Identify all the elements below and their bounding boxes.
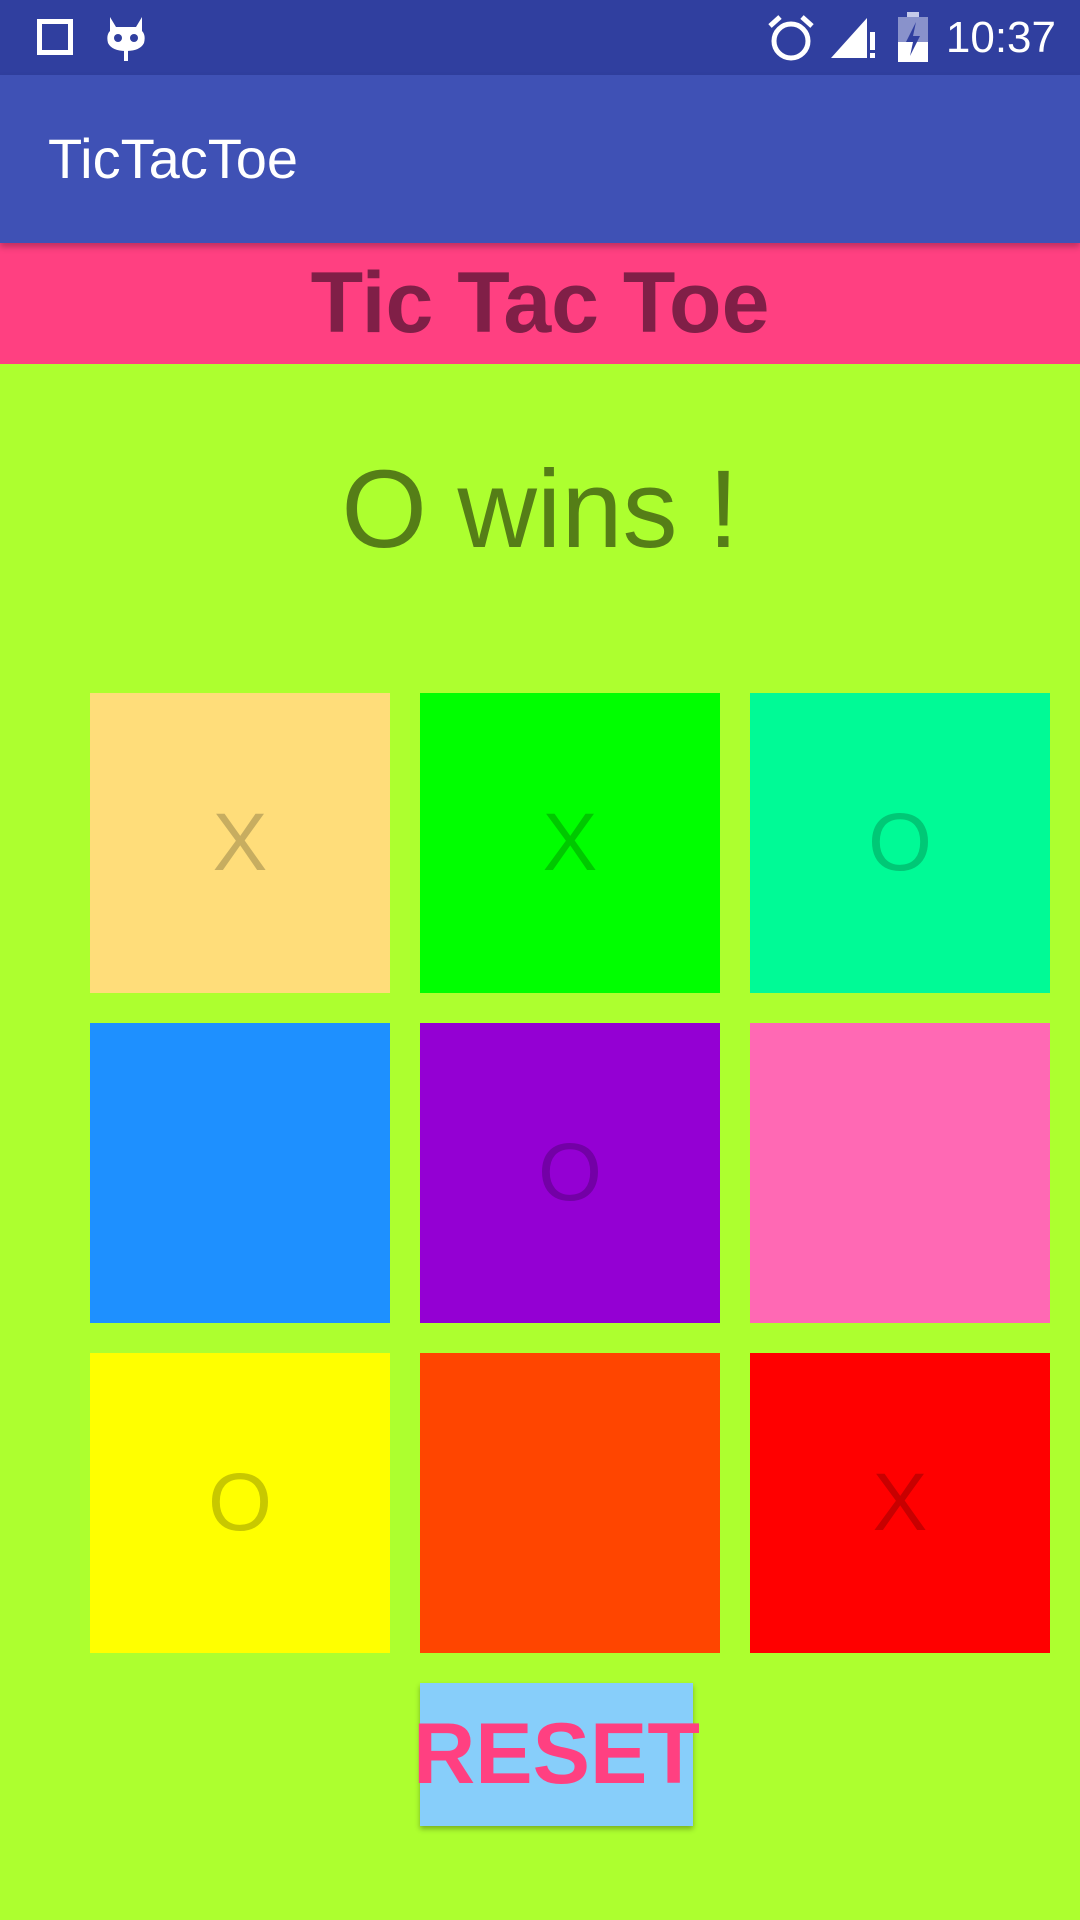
signal-icon [831,18,875,58]
board-cell-4[interactable] [90,1023,390,1323]
status-bar: 10:37 [0,0,1080,75]
board-cell-1[interactable]: X [90,693,390,993]
app-bar: TicTacToe [0,75,1080,243]
header-title: Tic Tac Toe [310,255,770,351]
app-title: TicTacToe [48,127,299,190]
alarm-icon [768,15,814,61]
game-header: Tic Tac Toe [0,243,1080,364]
square-notification-icon [37,19,73,55]
battery-charging-icon [898,12,928,62]
game-status-message: O wins ! [341,448,739,571]
game-board: X X O O O X [90,693,1050,1653]
board-cell-9[interactable]: X [750,1353,1050,1653]
board-cell-8[interactable] [420,1353,720,1653]
cyanogenmod-icon [107,17,145,61]
board-cell-7[interactable]: O [90,1353,390,1653]
board-cell-5[interactable]: O [420,1023,720,1323]
board-cell-6[interactable] [750,1023,1050,1323]
board-cell-3[interactable]: O [750,693,1050,993]
board-cell-2[interactable]: X [420,693,720,993]
reset-button[interactable]: RESET [413,1683,700,1826]
status-time: 10:37 [945,13,1056,62]
